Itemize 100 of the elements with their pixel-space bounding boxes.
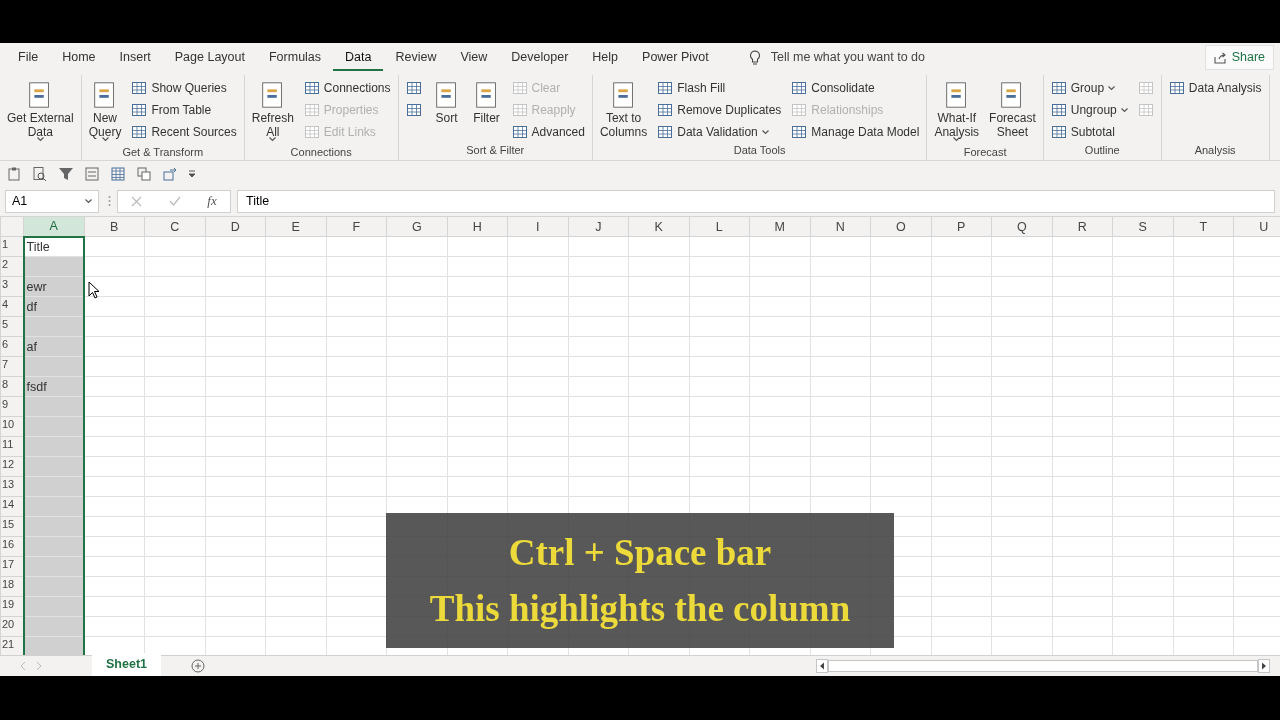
row-header[interactable]: 11	[0, 436, 24, 457]
row-header[interactable]: 6	[0, 336, 24, 357]
column-header[interactable]: N	[810, 216, 871, 237]
menu-tab[interactable]: View	[448, 43, 500, 72]
copy-icon[interactable]	[136, 165, 152, 182]
filter-icon[interactable]	[58, 165, 74, 182]
column-header[interactable]: Q	[991, 216, 1052, 237]
ribbon-button[interactable]: Data Analysis	[1166, 78, 1264, 98]
column-header[interactable]: A	[23, 216, 84, 237]
row-header[interactable]: 1	[0, 236, 24, 257]
column-header[interactable]: D	[205, 216, 266, 237]
row-header[interactable]: 16	[0, 536, 24, 557]
add-sheet-icon[interactable]	[191, 658, 205, 673]
menu-tab[interactable]: Page Layout	[162, 43, 257, 72]
menu-tab[interactable]: Power Pivot	[630, 43, 721, 72]
row-header[interactable]: 9	[0, 396, 24, 417]
grid-icon	[131, 102, 148, 118]
ribbon-button[interactable]: Text to Columns	[597, 78, 650, 142]
horizontal-scrollbar[interactable]	[828, 659, 1258, 672]
row-header[interactable]: 2	[0, 256, 24, 277]
column-header[interactable]: R	[1052, 216, 1113, 237]
column-header[interactable]: T	[1173, 216, 1234, 237]
column-header[interactable]: B	[84, 216, 145, 237]
check-icon[interactable]	[168, 196, 181, 206]
formula-field[interactable]: Title	[237, 189, 1275, 213]
menu-tab[interactable]: Insert	[107, 43, 163, 72]
column-header[interactable]: G	[386, 216, 447, 237]
ribbon-button[interactable]: What-If Analysis	[932, 78, 982, 144]
menu-tab[interactable]: File	[6, 43, 51, 72]
ribbon-button[interactable]: Remove Duplicates	[655, 100, 784, 120]
menu-tab[interactable]: Help	[580, 43, 631, 72]
clipboard-icon[interactable]	[6, 165, 22, 182]
menu-tab[interactable]: Review	[383, 43, 449, 72]
ribbon-button[interactable]: Group	[1048, 78, 1130, 98]
row-header[interactable]: 17	[0, 556, 24, 577]
ribbon-button[interactable]: Subtotal	[1048, 122, 1130, 142]
export-icon[interactable]	[162, 165, 178, 182]
name-box[interactable]: A1	[5, 189, 99, 213]
column-header[interactable]: F	[326, 216, 387, 237]
ribbon-button[interactable]: From Table	[129, 100, 239, 120]
ribbon-button[interactable]: Data Validation	[655, 122, 784, 142]
row-header[interactable]: 8	[0, 376, 24, 397]
cursor-icon	[88, 281, 100, 299]
ribbon-button[interactable]: Connections	[301, 78, 393, 98]
row-header[interactable]: 15	[0, 516, 24, 537]
ribbon-button[interactable]: Consolidate	[789, 78, 922, 98]
column-header[interactable]: K	[628, 216, 689, 237]
row-header[interactable]: 13	[0, 476, 24, 497]
grid-icon	[405, 102, 422, 118]
ribbon-button[interactable]: Get External Data	[5, 78, 76, 144]
ribbon-button[interactable]: Sort	[429, 78, 464, 142]
share-button[interactable]: Share	[1204, 45, 1274, 70]
row-header[interactable]: 12	[0, 456, 24, 477]
column-header[interactable]: M	[749, 216, 810, 237]
ribbon-button[interactable]: Refresh All	[249, 78, 296, 144]
row-header[interactable]: 19	[0, 596, 24, 617]
customize-icon[interactable]	[188, 169, 196, 178]
row-header[interactable]: 10	[0, 416, 24, 437]
row-header[interactable]: 20	[0, 616, 24, 637]
insert-function-button[interactable]: fx	[207, 191, 217, 211]
column-header[interactable]: I	[507, 216, 568, 237]
ribbon-button[interactable]: Forecast Sheet	[987, 78, 1038, 144]
menu-tab[interactable]: Developer	[499, 43, 581, 72]
menu-tab[interactable]: Data	[333, 43, 384, 72]
menu-tab[interactable]: Formulas	[256, 43, 334, 72]
column-header[interactable]: P	[931, 216, 992, 237]
column-header[interactable]: L	[689, 216, 750, 237]
row-header[interactable]: 4	[0, 296, 24, 317]
column-header[interactable]: S	[1112, 216, 1173, 237]
ribbon-button[interactable]: Flash Fill	[655, 78, 784, 98]
column-header[interactable]: E	[265, 216, 326, 237]
column-header[interactable]: C	[144, 216, 205, 237]
ribbon-button[interactable]: Recent Sources	[129, 122, 239, 142]
cancel-icon[interactable]	[131, 195, 143, 207]
row-header[interactable]: 3	[0, 276, 24, 297]
ribbon-button[interactable]: Ungroup	[1048, 100, 1130, 120]
form-icon[interactable]	[84, 165, 100, 182]
row-header[interactable]: 5	[0, 316, 24, 337]
ribbon-button[interactable]: Show Queries	[129, 78, 239, 98]
search-field[interactable]: Tell me what you want to do	[768, 47, 989, 68]
magnifier-icon[interactable]	[32, 165, 48, 182]
column-header[interactable]: J	[568, 216, 629, 237]
ribbon-button[interactable]: New Query	[86, 78, 124, 144]
ribbon-button[interactable]: Advanced	[509, 122, 587, 142]
row-header[interactable]: 7	[0, 356, 24, 377]
column-header[interactable]: U	[1233, 216, 1280, 237]
sheet-tab[interactable]: Sheet1	[92, 653, 161, 676]
scroll-right-icon[interactable]	[1258, 658, 1270, 673]
ribbon-button[interactable]: Filter	[469, 78, 504, 142]
scroll-left-icon[interactable]	[816, 658, 828, 673]
group-label: Analysis	[1193, 143, 1237, 158]
column-header[interactable]: O	[870, 216, 931, 237]
ribbon-button[interactable]: Manage Data Model	[789, 122, 922, 142]
table-icon[interactable]	[110, 165, 126, 182]
column-header[interactable]: H	[447, 216, 508, 237]
row-header[interactable]: 18	[0, 576, 24, 597]
table-cell: ewr	[23, 276, 84, 297]
menu-tab[interactable]: Home	[50, 43, 108, 72]
grid-icon	[405, 80, 422, 96]
row-header[interactable]: 14	[0, 496, 24, 517]
